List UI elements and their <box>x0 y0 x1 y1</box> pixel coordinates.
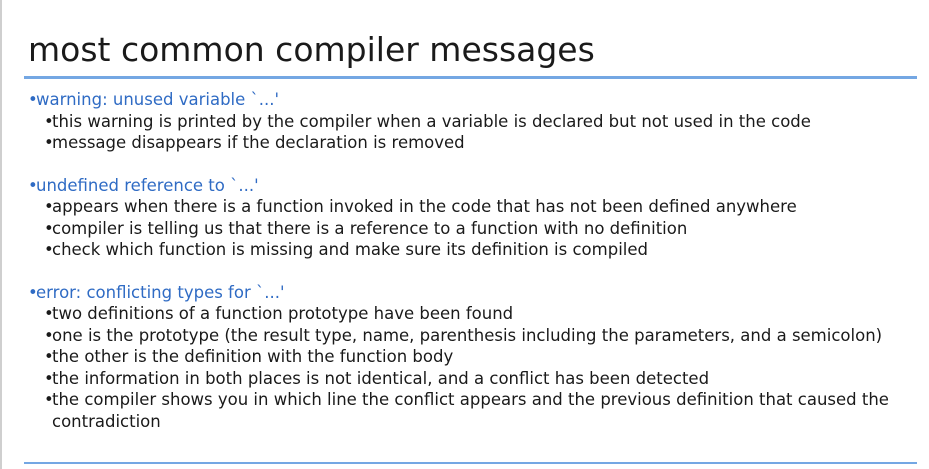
bullet-heading: • warning: unused variable `...' <box>28 89 908 111</box>
bullet-icon: • <box>44 133 54 152</box>
bullet-icon: • <box>44 218 54 238</box>
sub-bullet-text: message disappears if the declaration is… <box>52 133 465 152</box>
sub-bullet-list: • two definitions of a function prototyp… <box>28 303 908 432</box>
sub-bullet-text: two definitions of a function prototype … <box>52 304 514 323</box>
slide-content: • warning: unused variable `...' • this … <box>28 89 908 432</box>
sub-bullet-text: one is the prototype (the result type, n… <box>52 325 883 345</box>
sub-bullet-item: • appears when there is a function invok… <box>28 196 908 218</box>
sub-bullet-text: compiler is telling us that there is a r… <box>52 218 688 238</box>
sub-bullet-item: • message disappears if the declaration … <box>28 132 908 154</box>
sub-bullet-item: • check which function is missing and ma… <box>28 239 908 261</box>
bullet-group-conflicting-types: • error: conflicting types for `...' • t… <box>28 282 908 433</box>
slide-left-edge <box>0 0 2 469</box>
bullet-heading: • undefined reference to `...' <box>28 175 908 197</box>
sub-bullet-text: the information in both places is not id… <box>52 368 710 388</box>
sub-bullet-text: this warning is printed by the compiler … <box>52 111 811 131</box>
bullet-icon: • <box>44 347 54 366</box>
bullet-icon: • <box>28 175 38 195</box>
bullet-icon: • <box>28 90 38 109</box>
bullet-icon: • <box>44 111 54 131</box>
bullet-heading-text: warning: unused variable `...' <box>36 90 280 109</box>
title-divider <box>24 76 917 79</box>
bullet-icon: • <box>44 325 54 345</box>
sub-bullet-item: • one is the prototype (the result type,… <box>28 325 908 347</box>
bullet-icon: • <box>28 282 38 302</box>
sub-bullet-text: the other is the definition with the fun… <box>52 347 454 366</box>
bullet-icon: • <box>44 240 54 259</box>
sub-bullet-list: • appears when there is a function invok… <box>28 196 908 261</box>
bullet-icon: • <box>44 368 54 388</box>
sub-bullet-text: appears when there is a function invoked… <box>52 197 797 216</box>
sub-bullet-item: • the other is the definition with the f… <box>28 346 908 368</box>
sub-bullet-item: • this warning is printed by the compile… <box>28 111 908 133</box>
bullet-icon: • <box>44 197 54 216</box>
bullet-heading-text: undefined reference to `...' <box>36 175 259 195</box>
bullet-heading-text: error: conflicting types for `...' <box>36 282 285 302</box>
bullet-icon: • <box>44 390 54 409</box>
bullet-icon: • <box>44 304 54 323</box>
sub-bullet-item: • the information in both places is not … <box>28 368 908 390</box>
sub-bullet-text: the compiler shows you in which line the… <box>52 390 889 431</box>
sub-bullet-item: • two definitions of a function prototyp… <box>28 303 908 325</box>
bullet-heading: • error: conflicting types for `...' <box>28 282 908 304</box>
sub-bullet-list: • this warning is printed by the compile… <box>28 111 908 154</box>
slide-title: most common compiler messages <box>28 30 595 69</box>
bullet-group-unused-variable: • warning: unused variable `...' • this … <box>28 89 908 154</box>
sub-bullet-item: • compiler is telling us that there is a… <box>28 218 908 240</box>
footer-divider <box>24 462 917 464</box>
bullet-group-undefined-reference: • undefined reference to `...' • appears… <box>28 175 908 261</box>
sub-bullet-item: • the compiler shows you in which line t… <box>28 389 908 432</box>
sub-bullet-text: check which function is missing and make… <box>52 240 648 259</box>
